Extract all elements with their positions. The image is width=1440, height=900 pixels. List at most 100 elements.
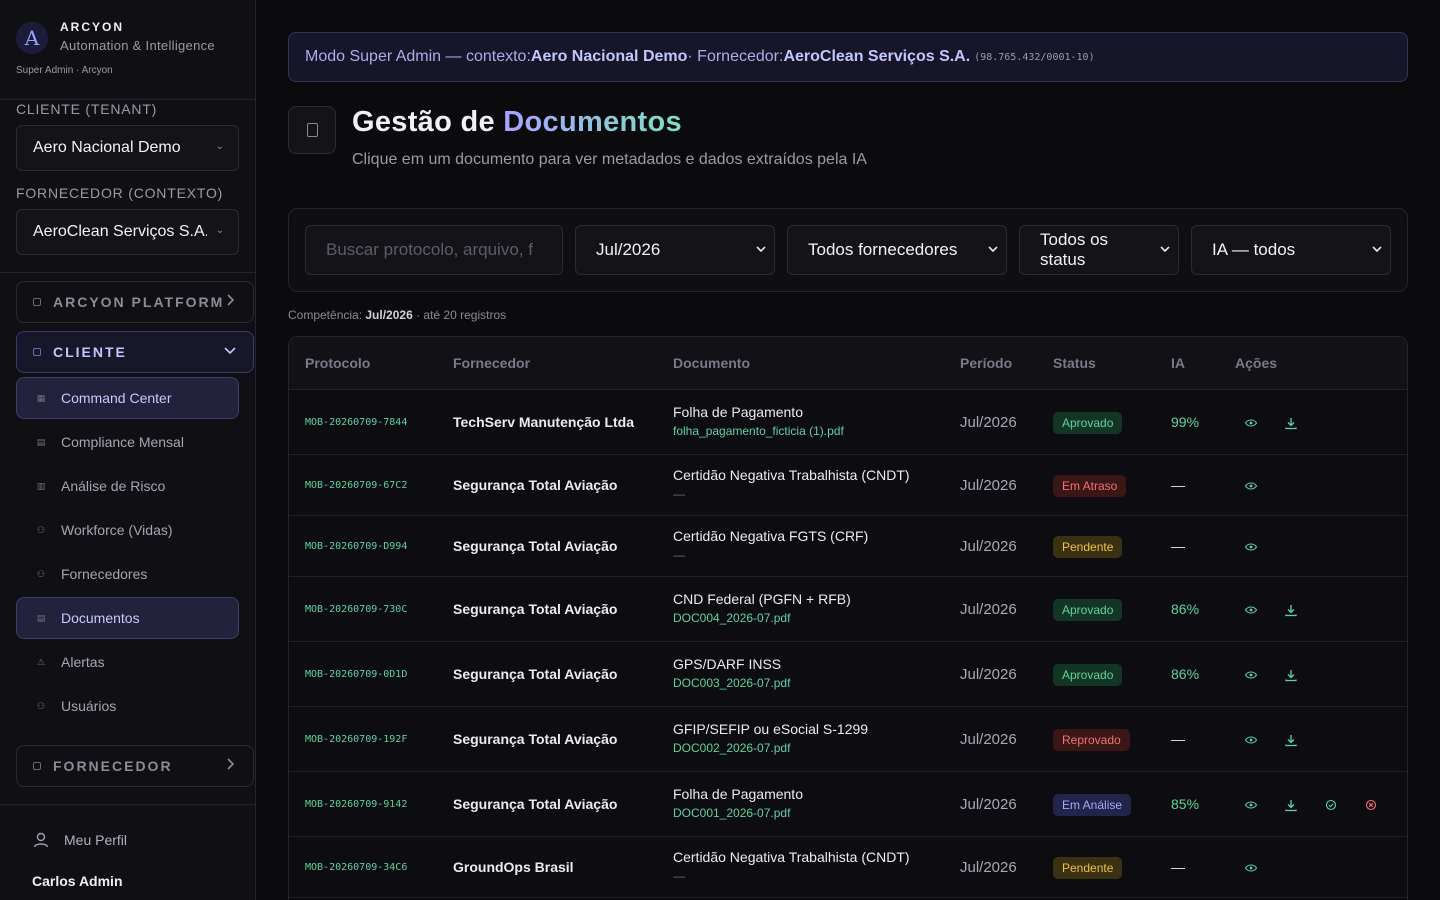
chevron-down-icon bbox=[988, 246, 998, 253]
sidebar-item-command-center[interactable]: ▦ Command Center bbox=[16, 377, 239, 419]
platform-icon bbox=[33, 298, 41, 306]
col-ia[interactable]: IA bbox=[1171, 355, 1185, 371]
sidebar-item-usuarios[interactable]: ⚇ Usuários bbox=[16, 685, 239, 727]
view-icon[interactable] bbox=[1244, 479, 1258, 493]
table-row[interactable]: MOB-20260709-9142 Segurança Total Aviação… bbox=[289, 772, 1407, 837]
table-row[interactable]: MOB-20260709-730C Segurança Total Aviação… bbox=[289, 577, 1407, 642]
main-content: Modo Super Admin — contexto: Aero Nacion… bbox=[256, 0, 1440, 900]
brand-name: ARCYON bbox=[60, 20, 125, 34]
sidebar-item-label: Fornecedores bbox=[61, 566, 148, 582]
chevron-down-icon: ⌄ bbox=[215, 141, 224, 152]
view-icon[interactable] bbox=[1244, 733, 1258, 747]
document-file[interactable]: DOC003_2026-07.pdf bbox=[673, 676, 790, 690]
status-filter-select[interactable]: Todos os status bbox=[1019, 225, 1179, 275]
col-fornecedor[interactable]: Fornecedor bbox=[453, 355, 530, 371]
ia-confidence: — bbox=[1171, 730, 1185, 747]
profile-link[interactable]: Meu Perfil bbox=[0, 805, 255, 849]
table-row[interactable]: MOB-20260709-7844 TechServ Manutenção Ltd… bbox=[289, 390, 1407, 455]
protocol-id: MOB-20260709-7844 bbox=[305, 416, 408, 428]
table-header: Protocolo Fornecedor Documento Período S… bbox=[289, 337, 1407, 390]
download-icon[interactable] bbox=[1284, 668, 1298, 682]
sidebar-item-workforce[interactable]: ⚇ Workforce (Vidas) bbox=[16, 509, 239, 551]
user-name: Carlos Admin bbox=[32, 873, 123, 889]
supplier-context-value: AeroClean Serviços S.A. bbox=[33, 223, 207, 240]
table-row[interactable]: MOB-20260709-67C2 Segurança Total Aviação… bbox=[289, 455, 1407, 516]
document-file[interactable]: DOC004_2026-07.pdf bbox=[673, 611, 851, 625]
approve-icon[interactable] bbox=[1324, 798, 1338, 812]
supplier-context-select[interactable]: AeroClean Serviços S.A. ⌄ bbox=[16, 209, 239, 255]
protocol-id: MOB-20260709-0D1D bbox=[305, 668, 408, 680]
section-title: ARCYON PLATFORM bbox=[53, 294, 225, 310]
document-name: GPS/DARF INSS bbox=[673, 655, 782, 672]
chevron-right-icon bbox=[227, 294, 235, 306]
supplier-filter-select[interactable]: Todos fornecedores bbox=[787, 225, 1007, 275]
document-name: Certidão Negativa Trabalhista (CNDT) bbox=[673, 466, 910, 483]
ia-confidence: — bbox=[1171, 537, 1185, 554]
tenant-label: CLIENTE (TENANT) bbox=[16, 101, 158, 117]
col-documento[interactable]: Documento bbox=[673, 355, 750, 371]
document-file[interactable]: folha_pagamento_ficticia (1).pdf bbox=[673, 424, 844, 438]
view-icon[interactable] bbox=[1244, 540, 1258, 554]
records-summary: Competência: Jul/2026 · até 20 registros bbox=[288, 308, 507, 322]
col-status[interactable]: Status bbox=[1053, 355, 1096, 371]
download-icon[interactable] bbox=[1284, 603, 1298, 617]
period-value: Jul/2026 bbox=[960, 795, 1017, 813]
sidebar-item-fornecedores[interactable]: ⚇ Fornecedores bbox=[16, 553, 239, 595]
period-value: Jul/2026 bbox=[960, 665, 1017, 683]
section-fornecedor[interactable]: FORNECEDOR bbox=[16, 745, 254, 787]
sidebar-item-documentos[interactable]: ▤ Documentos bbox=[16, 597, 239, 639]
search-input[interactable]: Buscar protocolo, arquivo, f bbox=[305, 225, 563, 275]
ia-confidence: — bbox=[1171, 476, 1185, 493]
banner-supplier: AeroClean Serviços S.A. bbox=[783, 48, 971, 65]
section-arcyon-platform[interactable]: ARCYON PLATFORM bbox=[16, 281, 254, 323]
period-select[interactable]: Jul/2026 bbox=[575, 225, 775, 275]
protocol-id: MOB-20260709-D994 bbox=[305, 540, 408, 552]
reject-icon[interactable] bbox=[1364, 798, 1378, 812]
table-body: MOB-20260709-7844 TechServ Manutenção Ltd… bbox=[289, 390, 1407, 898]
super-admin-banner: Modo Super Admin — contexto: Aero Nacion… bbox=[288, 32, 1408, 82]
supplier-name: Segurança Total Aviação bbox=[453, 795, 618, 812]
col-protocolo[interactable]: Protocolo bbox=[305, 355, 370, 371]
grid-icon: ▦ bbox=[36, 392, 46, 403]
sidebar-item-analise-de-risco[interactable]: ▥ Análise de Risco bbox=[16, 465, 239, 507]
col-periodo[interactable]: Período bbox=[960, 355, 1012, 371]
document-icon: ▤ bbox=[36, 436, 46, 447]
tenant-select[interactable]: Aero Nacional Demo ⌄ bbox=[16, 125, 239, 171]
page-subtitle: Clique em um documento para ver metadado… bbox=[352, 151, 867, 168]
col-acoes: Ações bbox=[1235, 355, 1278, 371]
supplier-name: Segurança Total Aviação bbox=[453, 476, 618, 493]
document-icon bbox=[288, 106, 336, 154]
document-name: GFIP/SEFIP ou eSocial S-1299 bbox=[673, 720, 869, 737]
document-file[interactable]: DOC002_2026-07.pdf bbox=[673, 741, 868, 755]
status-badge: Em Análise bbox=[1053, 793, 1132, 816]
view-icon[interactable] bbox=[1244, 798, 1258, 812]
view-icon[interactable] bbox=[1244, 861, 1258, 875]
users-icon: ⚇ bbox=[36, 568, 46, 579]
period-value: Jul/2026 bbox=[960, 730, 1017, 748]
ia-confidence: 86% bbox=[1171, 600, 1200, 617]
ia-filter-select[interactable]: IA — todos bbox=[1191, 225, 1391, 275]
view-icon[interactable] bbox=[1244, 603, 1258, 617]
brand-header: A ARCYON Automation & Intelligence Super… bbox=[0, 0, 255, 100]
table-row[interactable]: MOB-20260709-D994 Segurança Total Aviação… bbox=[289, 516, 1407, 577]
document-file[interactable]: DOC001_2026-07.pdf bbox=[673, 806, 803, 820]
download-icon[interactable] bbox=[1284, 416, 1298, 430]
table-row[interactable]: MOB-20260709-192F Segurança Total Aviação… bbox=[289, 707, 1407, 772]
sidebar-item-compliance-mensal[interactable]: ▤ Compliance Mensal bbox=[16, 421, 239, 463]
supplier-filter-value: Todos fornecedores bbox=[808, 240, 958, 259]
document-name: Certidão Negativa FGTS (CRF) bbox=[673, 527, 869, 544]
view-icon[interactable] bbox=[1244, 416, 1258, 430]
download-icon[interactable] bbox=[1284, 798, 1298, 812]
supplier-context-label: FORNECEDOR (CONTEXTO) bbox=[16, 185, 224, 201]
table-row[interactable]: MOB-20260709-0D1D Segurança Total Aviação… bbox=[289, 642, 1407, 707]
download-icon[interactable] bbox=[1284, 733, 1298, 747]
supplier-name: Segurança Total Aviação bbox=[453, 730, 618, 747]
table-row[interactable]: MOB-20260709-34C6 GroundOps Brasil Certid… bbox=[289, 837, 1407, 898]
view-icon[interactable] bbox=[1244, 668, 1258, 682]
document-cell: Certidão Negativa Trabalhista (CNDT) — bbox=[673, 467, 910, 501]
search-placeholder: Buscar protocolo, arquivo, f bbox=[326, 240, 533, 259]
section-cliente[interactable]: CLIENTE bbox=[16, 331, 254, 373]
chevron-right-icon bbox=[227, 758, 235, 770]
sidebar-item-alertas[interactable]: ⚠ Alertas bbox=[16, 641, 239, 683]
status-badge: Reprovado bbox=[1053, 728, 1130, 751]
